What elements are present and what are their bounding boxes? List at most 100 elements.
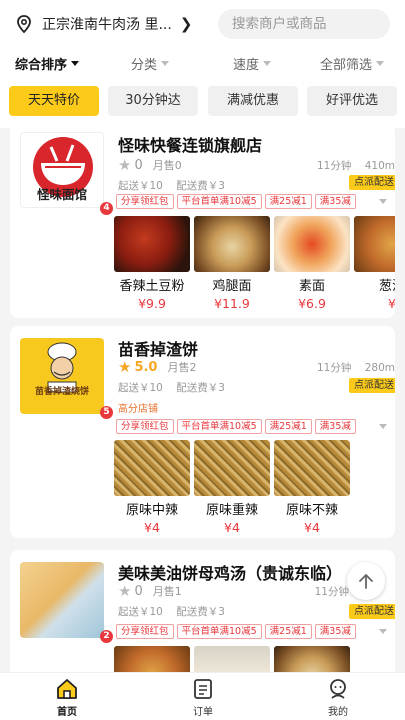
back-to-top-button[interactable] [347, 562, 385, 600]
dish-item[interactable]: 鸡腿面 ¥11.9 [194, 216, 270, 311]
sort-speed[interactable]: 速度 [233, 54, 272, 73]
delivery-fee: 配送费￥3 [176, 180, 225, 192]
promo-tags: 分享领红包 平台首单满10减5 满25减1 满35减 [116, 624, 359, 640]
dish-item[interactable]: 素面 ¥6.9 [274, 216, 350, 311]
chip-discount[interactable]: 满减优惠 [208, 86, 298, 116]
star-icon: ★ [118, 358, 132, 376]
location-pin-icon [17, 15, 31, 34]
promo-tag: 满25减1 [264, 194, 312, 209]
dish-name: 原味重辣 [205, 503, 258, 518]
shop-name: 美味美油饼母鸡汤（贵诚东临） [118, 564, 343, 583]
nav-home[interactable]: 首页 [37, 677, 97, 718]
shop-card[interactable]: 苗香掉渣烧饼 5 苗香掉渣饼 ★ 5.0 月售2 11分钟 280m 起送￥10… [10, 326, 395, 538]
rating-score: 0 [134, 583, 143, 599]
dropdown-triangle-icon [376, 61, 385, 66]
dish-image [114, 646, 190, 672]
delivery-fee: 配送费￥3 [176, 382, 225, 394]
shop-card[interactable]: 2 美味美油饼母鸡汤（贵诚东临） ★ 0 月售1 11分钟 起送￥10 配送费￥… [10, 550, 395, 672]
feature-tag: 高分店铺 [118, 404, 158, 415]
monthly-sales: 月售1 [152, 585, 182, 598]
dish-image [354, 216, 395, 272]
sort-comprehensive[interactable]: 综合排序 [15, 54, 80, 73]
sort-label: 速度 [233, 58, 260, 73]
dish-list: 原味中辣 ¥4 原味重辣 ¥4 原味不辣 ¥4 [114, 440, 354, 538]
order-icon [194, 679, 212, 699]
dish-item[interactable]: 原味不辣 ¥4 [274, 440, 350, 535]
dropdown-triangle-icon [161, 61, 170, 66]
nav-orders[interactable]: 订单 [173, 677, 233, 718]
delivery-tag: 点派配送 [349, 175, 395, 190]
quick-filter-chips: 天天特价 30分钟达 满减优惠 好评优选 [0, 86, 405, 118]
promo-tag: 满35减 [314, 194, 356, 209]
promo-tag: 分享领红包 [116, 419, 174, 434]
dish-image [274, 440, 350, 496]
sort-category[interactable]: 分类 [131, 54, 170, 73]
nav-label: 我的 [328, 707, 348, 718]
dish-item[interactable]: 原味重辣 ¥4 [194, 440, 270, 535]
rating-score: 0 [134, 157, 143, 173]
star-icon: ★ [118, 582, 132, 600]
dropdown-triangle-icon [263, 61, 272, 66]
dish-price: ¥4 [224, 520, 240, 535]
chip-30min[interactable]: 30分钟达 [108, 86, 198, 116]
shop-badge: 4 [100, 202, 113, 215]
shop-fees: 起送￥10 配送费￥3 [118, 604, 225, 619]
shop-name: 怪味快餐连锁旗舰店 [118, 136, 263, 155]
dish-name: 素面 [298, 279, 325, 294]
dish-item[interactable]: 原味中辣 ¥4 [114, 440, 190, 535]
bottom-nav: 首页 订单 我的 [0, 672, 405, 720]
dish-name: 原味不辣 [285, 503, 338, 518]
promo-tag: 平台首单满10减5 [176, 624, 262, 639]
arrow-up-icon [359, 574, 373, 589]
dish-item[interactable] [114, 646, 190, 672]
promo-tag: 满35减 [314, 419, 356, 434]
shop-badge: 2 [100, 630, 113, 643]
nav-profile[interactable]: 我的 [308, 677, 368, 718]
min-order: 起送￥10 [118, 180, 163, 192]
shop-logo [20, 562, 104, 638]
dish-item[interactable] [274, 646, 350, 672]
shop-name: 苗香掉渣饼 [118, 340, 199, 359]
dish-item[interactable]: 葱油 ¥ [354, 216, 395, 311]
promo-tags: 分享领红包 平台首单满10减5 满25减1 满35减 [116, 419, 359, 435]
expand-promos-icon[interactable] [379, 199, 387, 204]
dish-name: 鸡腿面 [212, 279, 252, 294]
distance: 410m [364, 160, 395, 172]
location-text: 正宗淮南牛肉汤 里... [42, 17, 172, 33]
delivery-time-distance: 11分钟 410m [317, 158, 395, 173]
dish-price: ¥6.9 [298, 296, 326, 311]
shop-fees: 起送￥10 配送费￥3 [118, 380, 225, 395]
dish-item[interactable]: 香辣土豆粉 ¥9.9 [114, 216, 190, 311]
chip-top-rated[interactable]: 好评优选 [307, 86, 397, 116]
expand-promos-icon[interactable] [379, 424, 387, 429]
dish-price: ¥9.9 [138, 296, 166, 311]
delivery-time: 11分钟 [316, 362, 352, 374]
search-input[interactable]: 搜索商户或商品 [218, 9, 390, 39]
dish-price: ¥ [388, 296, 395, 311]
promo-tag: 平台首单满10减5 [176, 419, 262, 434]
sort-all-filter[interactable]: 全部筛选 [320, 54, 385, 73]
dish-name: 葱油 [378, 279, 395, 294]
delivery-tag: 点派配送 [349, 378, 395, 393]
dish-image [194, 216, 270, 272]
chip-daily-special[interactable]: 天天特价 [9, 86, 99, 116]
sort-label: 全部筛选 [320, 58, 373, 73]
shop-card[interactable]: 怪味面馆 4 怪味快餐连锁旗舰店 ★ 0 月售0 11分钟 410m 起送￥10… [10, 124, 395, 318]
dish-price: ¥4 [144, 520, 160, 535]
shop-rating: ★ 0 月售0 [118, 156, 182, 174]
dish-item[interactable] [194, 646, 270, 672]
promo-tag: 满25减1 [264, 419, 312, 434]
delivery-time-distance: 11分钟 280m [317, 360, 395, 375]
nav-label: 订单 [193, 707, 213, 718]
expand-promos-icon[interactable] [379, 629, 387, 634]
dish-list: 香辣土豆粉 ¥9.9 鸡腿面 ¥11.9 素面 ¥6.9 葱油 ¥ [114, 216, 395, 316]
sort-label: 分类 [131, 58, 158, 73]
location-selector[interactable]: 正宗淮南牛肉汤 里... ❯ [14, 12, 192, 36]
delivery-time: 11分钟 [314, 586, 349, 598]
promo-tag: 分享领红包 [116, 624, 174, 639]
promo-tag: 满25减1 [264, 624, 312, 639]
delivery-tag: 点派配送 [349, 604, 395, 619]
monthly-sales: 月售0 [152, 159, 182, 172]
min-order: 起送￥10 [118, 606, 163, 618]
rating-score: 5.0 [134, 359, 158, 375]
